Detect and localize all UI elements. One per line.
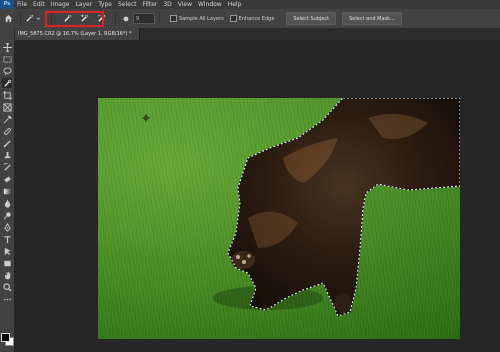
eraser-icon — [3, 175, 11, 183]
separator — [115, 12, 116, 25]
rectangle-icon — [3, 260, 11, 266]
pen-tool[interactable] — [2, 222, 12, 232]
separator — [20, 12, 21, 25]
frame-icon — [2, 102, 12, 112]
healing-brush-tool[interactable] — [2, 126, 12, 136]
move-icon — [2, 42, 12, 52]
ellipsis-icon — [3, 298, 11, 300]
eraser-tool[interactable] — [2, 174, 12, 184]
magnifier-icon — [2, 282, 12, 292]
history-brush-tool[interactable] — [2, 162, 12, 172]
brush-icon — [3, 139, 11, 147]
eyedropper-tool[interactable] — [2, 114, 12, 124]
brush-options-button[interactable] — [120, 13, 131, 24]
canvas-area[interactable] — [14, 40, 500, 352]
home-icon — [4, 14, 12, 23]
menu-select[interactable]: Select — [115, 0, 140, 9]
quick-selection-icon — [26, 14, 34, 22]
hand-icon — [4, 271, 10, 279]
select-subject-button[interactable]: Select Subject — [286, 12, 337, 25]
history-brush-icon — [3, 162, 11, 171]
tool-preset-picker[interactable] — [25, 12, 47, 25]
document-tab-title: IMG_5875.CR2 @ 16.7% (Layer 1, RGB/16*) … — [18, 31, 132, 37]
brush-tool[interactable] — [2, 138, 12, 148]
droplet-icon — [4, 199, 10, 208]
hand-tool[interactable] — [2, 270, 12, 280]
brush-size-field[interactable]: 9 — [133, 13, 155, 24]
dodge-tool[interactable] — [2, 210, 12, 220]
zoom-tool[interactable] — [2, 282, 12, 292]
gradient-icon — [3, 188, 11, 194]
arrow-pointer-icon — [4, 247, 10, 255]
gradient-tool[interactable] — [2, 186, 12, 196]
menu-layer[interactable]: Layer — [72, 0, 95, 9]
document-tab-bar: IMG_5875.CR2 @ 16.7% (Layer 1, RGB/16*) … — [14, 28, 500, 40]
document-image[interactable] — [98, 98, 460, 339]
stamp-icon — [4, 151, 10, 158]
enhance-edge-checkbox[interactable]: Enhance Edge — [229, 15, 275, 22]
brush-size-icon — [123, 16, 128, 21]
frame-tool[interactable] — [2, 102, 12, 112]
separator — [159, 12, 160, 25]
menu-type[interactable]: Type — [95, 0, 115, 9]
quick-selection-icon — [3, 79, 11, 87]
blur-tool[interactable] — [2, 198, 12, 208]
enhance-edge-label: Enhance Edge — [238, 15, 275, 22]
type-icon — [3, 235, 11, 243]
checkbox-box[interactable] — [170, 15, 177, 22]
marquee-tool[interactable] — [2, 54, 12, 64]
type-tool[interactable] — [2, 234, 12, 244]
photoshop-logo[interactable]: Ps — [0, 0, 14, 9]
rectangle-marquee-icon — [2, 55, 12, 63]
path-selection-tool[interactable] — [2, 246, 12, 256]
bandage-icon — [3, 127, 11, 135]
checkbox-box[interactable] — [229, 15, 237, 22]
menu-help[interactable]: Help — [225, 0, 245, 9]
sample-all-layers-label: Sample All Layers — [179, 15, 224, 22]
menu-image[interactable]: Image — [48, 0, 73, 9]
sample-all-layers-checkbox[interactable]: Sample All Layers — [170, 15, 224, 22]
quick-selection-tool[interactable] — [2, 78, 12, 88]
cat-photo — [98, 98, 460, 339]
menu-window[interactable]: Window — [195, 0, 225, 9]
more-tools[interactable] — [2, 294, 12, 304]
crop-icon — [2, 90, 12, 100]
chevron-down-icon — [36, 17, 41, 20]
clone-stamp-tool[interactable] — [2, 150, 12, 160]
foreground-color-swatch[interactable] — [1, 333, 10, 342]
menu-3d[interactable]: 3D — [160, 0, 174, 9]
document-tab[interactable]: IMG_5875.CR2 @ 16.7% (Layer 1, RGB/16*) … — [14, 28, 140, 40]
rectangle-tool[interactable] — [2, 258, 12, 268]
tools-panel — [0, 28, 15, 352]
menu-filter[interactable]: Filter — [140, 0, 161, 9]
select-and-mask-button[interactable]: Select and Mask... — [342, 12, 402, 25]
menu-view[interactable]: View — [175, 0, 195, 9]
menu-edit[interactable]: Edit — [30, 0, 48, 9]
lasso-tool[interactable] — [2, 66, 12, 76]
crop-tool[interactable] — [2, 90, 12, 100]
menu-file[interactable]: File — [14, 0, 30, 9]
eyedropper-icon — [3, 114, 12, 123]
lasso-icon — [2, 66, 12, 75]
dodge-icon — [3, 211, 11, 219]
brush-modes-highlight — [45, 11, 104, 27]
home-button[interactable] — [0, 9, 16, 28]
move-tool[interactable] — [2, 42, 12, 52]
pen-icon — [3, 222, 11, 232]
menu-bar: Ps File Edit Image Layer Type Select Fil… — [0, 0, 500, 9]
